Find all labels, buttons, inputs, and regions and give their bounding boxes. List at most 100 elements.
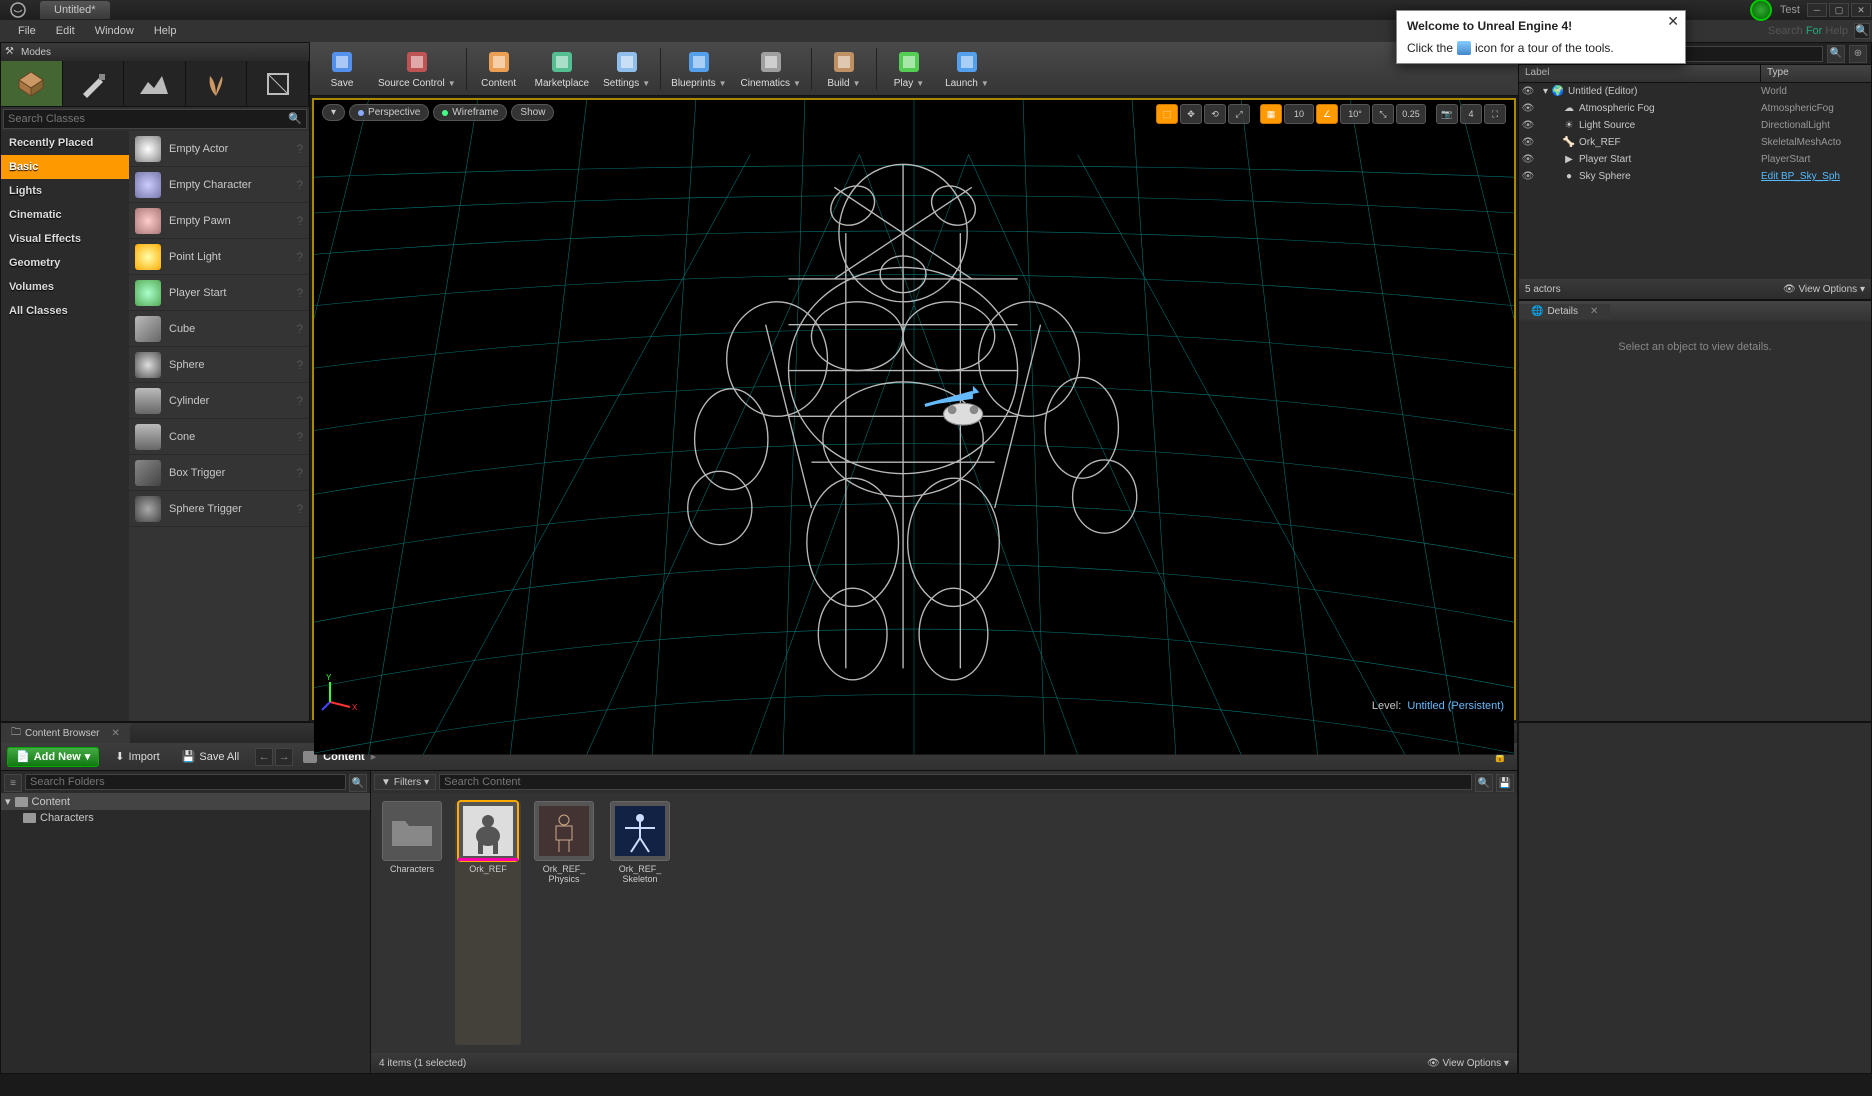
camera-speed-icon[interactable]: 📷: [1436, 104, 1458, 124]
transform-rotate-icon[interactable]: ⟲: [1204, 104, 1226, 124]
viewport-perspective-button[interactable]: Perspective: [349, 104, 429, 121]
nav-forward-button[interactable]: →: [275, 748, 293, 766]
menu-edit[interactable]: Edit: [46, 22, 85, 40]
category-volumes[interactable]: Volumes: [1, 275, 129, 299]
landscape-mode-button[interactable]: [124, 61, 186, 106]
import-button[interactable]: ⬇ Import: [109, 747, 165, 767]
angle-snap-icon[interactable]: ∠: [1316, 104, 1338, 124]
viewport-menu-button[interactable]: ▾: [322, 104, 345, 121]
save-all-button[interactable]: 💾 Save All: [176, 747, 245, 767]
asset-ork_ref[interactable]: Ork_REF: [455, 801, 521, 1045]
toolbar-save-button[interactable]: Save: [314, 44, 370, 94]
help-icon[interactable]: ?: [296, 358, 303, 372]
geometry-mode-button[interactable]: [247, 61, 309, 106]
category-geometry[interactable]: Geometry: [1, 251, 129, 275]
transform-select-icon[interactable]: ⬚: [1156, 104, 1178, 124]
help-icon[interactable]: ?: [296, 250, 303, 264]
filters-button[interactable]: ▼ Filters ▾: [374, 774, 436, 790]
asset-ork_ref_[interactable]: Ork_REF_Skeleton: [607, 801, 673, 1045]
toolbar-cinematics-button[interactable]: Cinematics▼: [735, 44, 807, 94]
search-icon[interactable]: 🔍: [349, 774, 367, 792]
help-icon[interactable]: ?: [296, 502, 303, 516]
menu-file[interactable]: File: [8, 22, 46, 40]
search-icon[interactable]: 🔍: [1854, 23, 1870, 39]
outliner-col-label[interactable]: Label: [1519, 65, 1761, 82]
help-icon[interactable]: ?: [296, 430, 303, 444]
place-item-player-start[interactable]: Player Start?: [129, 275, 309, 311]
tree-node-content[interactable]: ▾Content: [1, 793, 370, 810]
place-item-sphere[interactable]: Sphere?: [129, 347, 309, 383]
edit-blueprint-link[interactable]: Edit BP_Sky_Sph: [1761, 171, 1840, 182]
place-item-cube[interactable]: Cube?: [129, 311, 309, 347]
toolbar-build-button[interactable]: Build▼: [816, 44, 872, 94]
asset-characters[interactable]: Characters: [379, 801, 445, 1045]
place-item-cone[interactable]: Cone?: [129, 419, 309, 455]
asset-ork_ref_[interactable]: Ork_REF_Physics: [531, 801, 597, 1045]
toolbar-marketplace-button[interactable]: Marketplace: [529, 44, 595, 94]
category-all-classes[interactable]: All Classes: [1, 299, 129, 323]
place-mode-button[interactable]: [1, 61, 63, 106]
outliner-row[interactable]: 👁🦴Ork_REFSkeletalMeshActo: [1519, 134, 1871, 151]
toolbar-content-button[interactable]: Content: [471, 44, 527, 94]
help-icon[interactable]: ?: [296, 214, 303, 228]
category-cinematic[interactable]: Cinematic: [1, 203, 129, 227]
visibility-icon[interactable]: 👁: [1519, 120, 1537, 131]
viewport-maximize-icon[interactable]: ⛶: [1484, 104, 1506, 124]
visibility-icon[interactable]: 👁: [1519, 154, 1537, 165]
add-new-button[interactable]: 📄 Add New ▾: [7, 747, 99, 767]
angle-snap-value[interactable]: 10°: [1340, 104, 1370, 124]
content-browser-tab[interactable]: 🗀Content Browser✕: [1, 723, 130, 744]
viewport-show-button[interactable]: Show: [511, 104, 554, 121]
content-search-input[interactable]: [439, 774, 1472, 790]
maximize-button[interactable]: ▢: [1829, 3, 1849, 17]
welcome-close-button[interactable]: ✕: [1667, 13, 1679, 30]
scale-snap-icon[interactable]: ⤡: [1372, 104, 1394, 124]
viewport-canvas[interactable]: [314, 100, 1514, 755]
place-item-point-light[interactable]: Point Light?: [129, 239, 309, 275]
search-icon[interactable]: 🔍: [1475, 774, 1493, 792]
place-item-cylinder[interactable]: Cylinder?: [129, 383, 309, 419]
category-basic[interactable]: Basic: [1, 155, 129, 179]
place-item-sphere-trigger[interactable]: Sphere Trigger?: [129, 491, 309, 527]
outliner-row[interactable]: 👁▶Player StartPlayerStart: [1519, 151, 1871, 168]
outliner-options-icon[interactable]: ⊕: [1849, 45, 1867, 63]
grid-snap-icon[interactable]: ▦: [1260, 104, 1282, 124]
place-item-box-trigger[interactable]: Box Trigger?: [129, 455, 309, 491]
category-visual-effects[interactable]: Visual Effects: [1, 227, 129, 251]
help-icon[interactable]: ?: [296, 394, 303, 408]
toolbar-settings-button[interactable]: Settings▼: [597, 44, 656, 94]
visibility-icon[interactable]: 👁: [1519, 86, 1537, 97]
visibility-icon[interactable]: 👁: [1519, 103, 1537, 114]
cb-view-options[interactable]: View Options ▾: [1442, 1058, 1509, 1069]
outliner-row[interactable]: 👁●Sky SphereEdit BP_Sky_Sph: [1519, 168, 1871, 185]
visibility-icon[interactable]: 👁: [1519, 171, 1537, 182]
tree-node-characters[interactable]: Characters: [1, 810, 370, 826]
scale-snap-value[interactable]: 0.25: [1396, 104, 1426, 124]
modes-search-input[interactable]: [4, 110, 284, 128]
toolbar-blueprints-button[interactable]: Blueprints▼: [665, 44, 732, 94]
viewport-viewmode-button[interactable]: Wireframe: [433, 104, 507, 121]
paint-mode-button[interactable]: [63, 61, 125, 106]
transform-scale-icon[interactable]: ⤢: [1228, 104, 1250, 124]
viewport[interactable]: ▾ Perspective Wireframe Show ⬚ ✥ ⟲ ⤢ ▦ 1…: [312, 98, 1516, 720]
camera-speed-value[interactable]: 4: [1460, 104, 1482, 124]
outliner-row[interactable]: 👁☁Atmospheric FogAtmosphericFog: [1519, 100, 1871, 117]
category-lights[interactable]: Lights: [1, 179, 129, 203]
toolbar-source-control-button[interactable]: Source Control▼: [372, 44, 462, 94]
outliner-view-options[interactable]: View Options ▾: [1798, 284, 1865, 295]
help-icon[interactable]: ?: [296, 142, 303, 156]
place-item-empty-character[interactable]: Empty Character?: [129, 167, 309, 203]
outliner-row[interactable]: 👁▾🌍Untitled (Editor)World: [1519, 83, 1871, 100]
save-search-icon[interactable]: 💾: [1496, 774, 1514, 792]
outliner-row[interactable]: 👁☀Light SourceDirectionalLight: [1519, 117, 1871, 134]
help-icon[interactable]: ?: [296, 286, 303, 300]
nav-back-button[interactable]: ←: [255, 748, 273, 766]
transform-move-icon[interactable]: ✥: [1180, 104, 1202, 124]
toolbar-play-button[interactable]: Play▼: [881, 44, 937, 94]
place-item-empty-pawn[interactable]: Empty Pawn?: [129, 203, 309, 239]
menu-help[interactable]: Help: [144, 22, 187, 40]
help-icon[interactable]: ?: [296, 178, 303, 192]
tree-toggle-icon[interactable]: ≡: [4, 774, 22, 792]
help-icon[interactable]: ?: [296, 322, 303, 336]
search-icon[interactable]: 🔍: [284, 110, 306, 128]
